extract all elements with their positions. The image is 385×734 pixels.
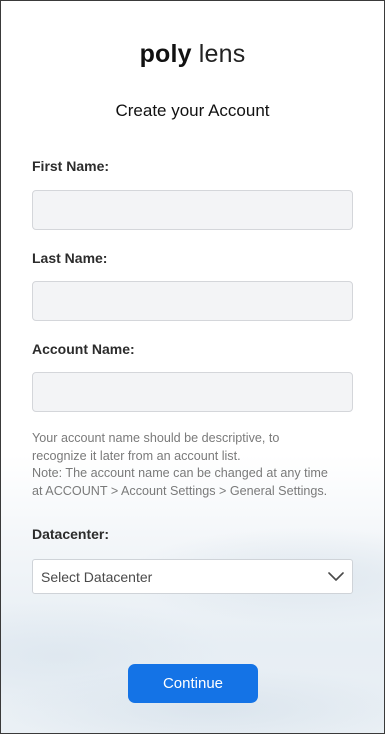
chevron-down-icon xyxy=(328,572,344,581)
datacenter-select[interactable]: Select Datacenter xyxy=(32,559,353,594)
help-line: Note: The account name can be changed at… xyxy=(32,466,328,480)
page-title: Create your Account xyxy=(115,101,270,120)
help-line: at ACCOUNT > Account Settings > General … xyxy=(32,483,328,498)
last-name-input[interactable] xyxy=(32,281,353,321)
first-name-label: First Name: xyxy=(32,158,110,174)
poly-lens-logo: poly lens xyxy=(1,39,384,69)
continue-button[interactable]: Continue xyxy=(128,664,258,703)
logo-lens: lens xyxy=(198,40,246,68)
datacenter-label: Datacenter: xyxy=(32,526,110,542)
datacenter-selected-value: Select Datacenter xyxy=(41,569,153,585)
help-line: Your account name should be descriptive,… xyxy=(32,431,280,445)
account-name-help-text: Your account name should be descriptive,… xyxy=(32,430,362,500)
account-name-input[interactable] xyxy=(32,372,353,412)
last-name-label: Last Name: xyxy=(32,250,108,266)
logo-poly: poly xyxy=(139,40,192,68)
help-line: recognize it later from an account list. xyxy=(32,448,241,463)
account-name-label: Account Name: xyxy=(32,341,135,357)
signup-window: poly lens Create your Account First Name:… xyxy=(0,0,385,734)
first-name-input[interactable] xyxy=(32,190,353,230)
